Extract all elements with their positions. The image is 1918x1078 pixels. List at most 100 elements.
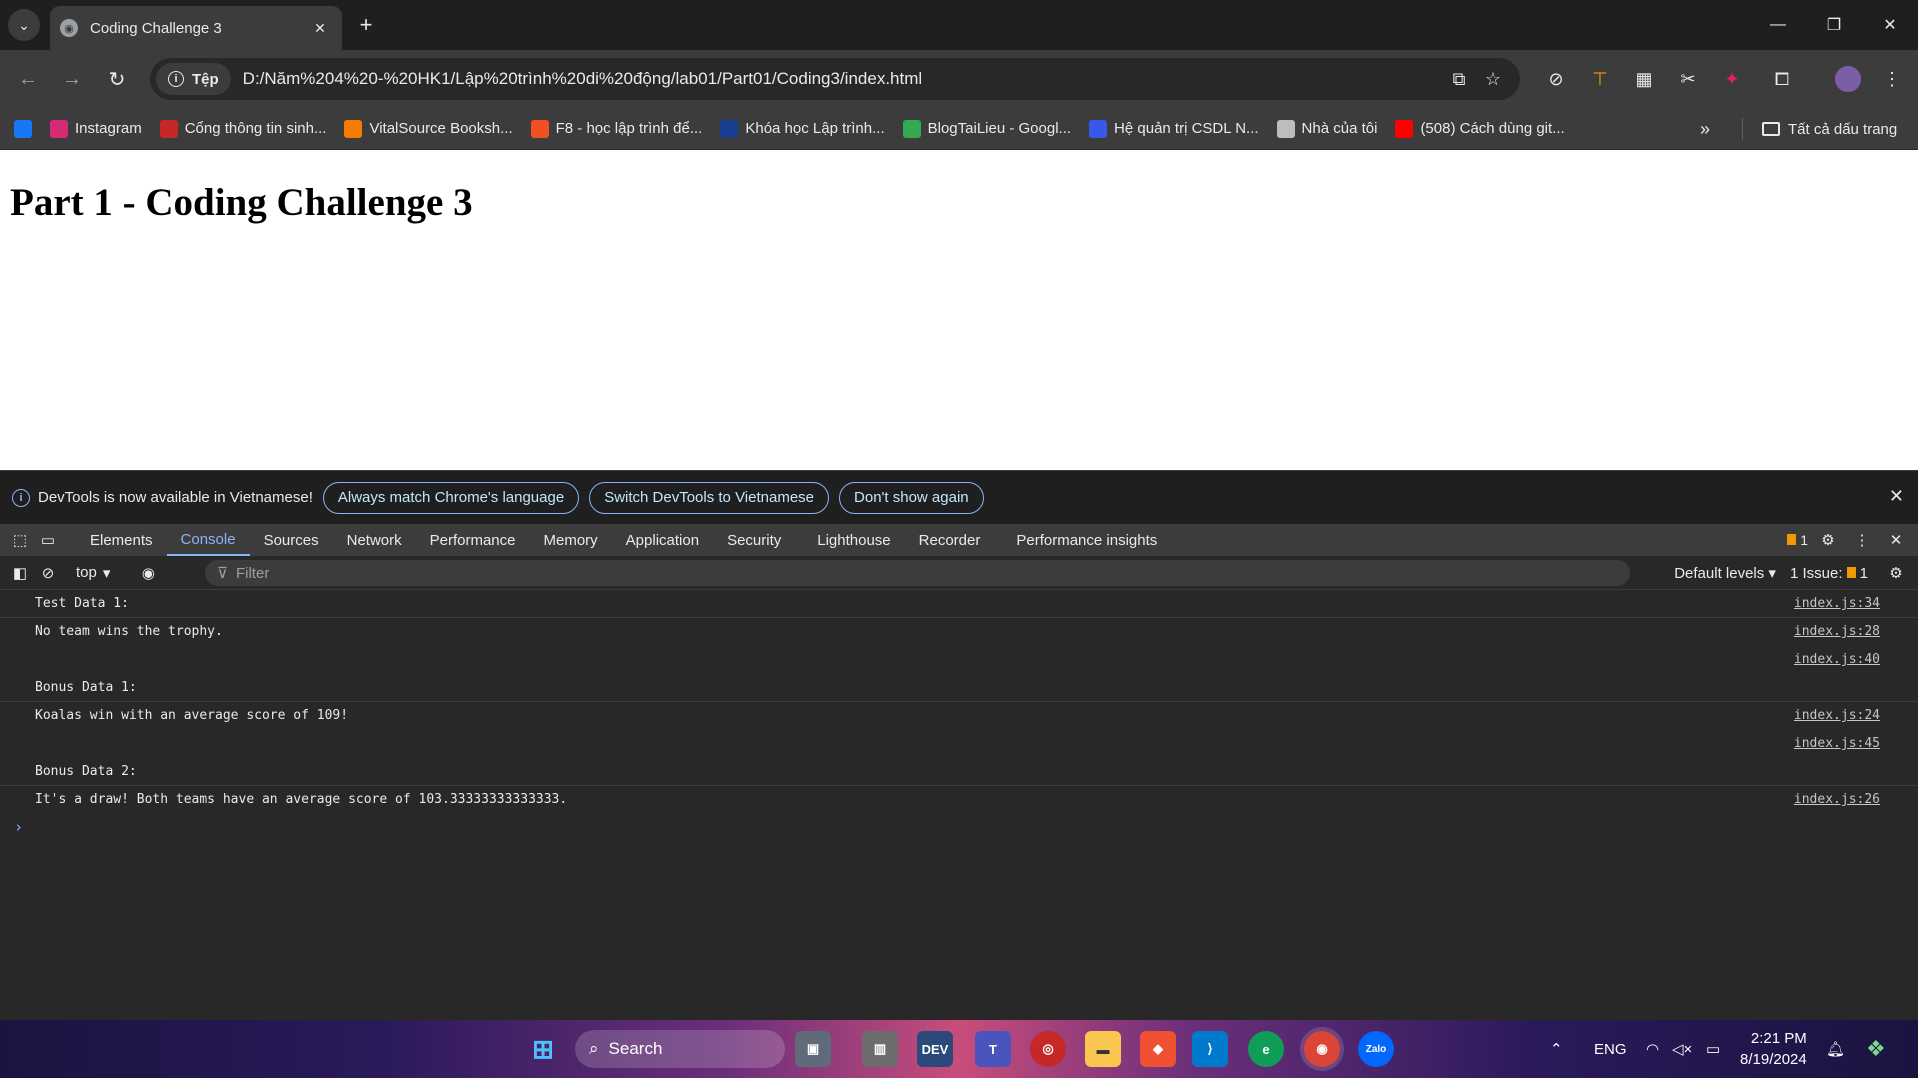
source-link[interactable]: index.js:34 <box>1794 596 1880 611</box>
live-expression-eye-icon[interactable]: ◉ <box>134 559 162 587</box>
extension-compass-icon[interactable]: ⊘ <box>1540 63 1572 95</box>
vscode-icon[interactable]: ⟩ <box>1192 1031 1228 1067</box>
photos-icon[interactable]: ▣ <box>795 1031 831 1067</box>
extension-tools-icon[interactable]: ✂ <box>1672 63 1704 95</box>
tab-security[interactable]: Security <box>713 524 795 556</box>
chrome-icon[interactable]: ◉ <box>1304 1031 1340 1067</box>
bookmark-item[interactable]: (508) Cách dùng git... <box>1395 119 1565 138</box>
device-toolbar-icon[interactable]: ▭ <box>34 526 62 554</box>
devtools-right-controls: 1 ⚙ ⋮ ✕ <box>1787 524 1910 556</box>
tab-memory[interactable]: Memory <box>530 524 612 556</box>
taskbar-search[interactable]: ⌕ Search <box>575 1030 785 1068</box>
inspect-element-icon[interactable]: ⬚ <box>6 526 34 554</box>
zalo-icon[interactable]: Zalo <box>1358 1031 1394 1067</box>
bookmark-item[interactable]: VitalSource Booksh... <box>344 119 513 138</box>
show-hidden-icons[interactable]: ⌃ <box>1550 1020 1563 1078</box>
volume-muted-icon[interactable]: ◁× <box>1672 1020 1692 1078</box>
browser-menu-icon[interactable]: ⋮ <box>1876 63 1908 95</box>
sidebar-toggle-icon[interactable]: ◧ <box>6 559 34 587</box>
console-message: Koalas win with an average score of 109! <box>35 708 349 723</box>
info-icon: i <box>168 71 184 87</box>
forward-arrow-icon[interactable]: → <box>56 63 88 95</box>
issues-indicator[interactable]: 1 <box>1787 532 1808 548</box>
source-link[interactable]: index.js:26 <box>1794 792 1880 807</box>
wifi-icon[interactable]: ◠ <box>1646 1020 1659 1078</box>
clear-console-icon[interactable]: ⊘ <box>34 559 62 587</box>
context-selector[interactable]: top ▾ <box>76 564 110 582</box>
source-link[interactable]: index.js:40 <box>1794 652 1880 667</box>
restore-icon[interactable]: ❐ <box>1806 0 1862 50</box>
console-message: Test Data 1: <box>35 596 129 611</box>
devc-icon[interactable]: DEV <box>917 1031 953 1067</box>
bookmark-label: (508) Cách dùng git... <box>1420 120 1565 137</box>
tab-lighthouse[interactable]: Lighthouse <box>803 524 904 556</box>
windows-start-icon[interactable]: ⊞ <box>525 1031 561 1067</box>
source-link[interactable]: index.js:45 <box>1794 736 1880 751</box>
console-filter-input[interactable]: ⊽ Filter <box>205 560 1630 586</box>
all-bookmarks-button[interactable]: Tất cả dấu trang <box>1762 108 1897 150</box>
notification-bell-icon[interactable]: 🔔︎ <box>1826 1020 1845 1078</box>
bookmark-item[interactable]: Instagram <box>50 119 142 138</box>
issues-button[interactable]: 1 Issue: 1 <box>1790 565 1868 582</box>
new-tab-button[interactable]: + <box>352 11 380 39</box>
copilot-icon[interactable]: ❖ <box>1866 1020 1886 1078</box>
bookmark-item[interactable]: Cổng thông tin sinh... <box>159 119 326 138</box>
bookmark-item[interactable]: F8 - học lập trình để... <box>530 119 702 138</box>
dont-show-again-button[interactable]: Don't show again <box>839 481 984 514</box>
battery-icon[interactable]: ▭ <box>1706 1020 1720 1078</box>
file-explorer-icon[interactable]: ▬ <box>1085 1031 1121 1067</box>
git-icon[interactable]: ◆ <box>1140 1031 1176 1067</box>
file-icon[interactable]: ▥ <box>862 1031 898 1067</box>
close-banner-icon[interactable]: ✕ <box>1889 486 1904 507</box>
url-text[interactable]: D:/Năm%204%20-%20HK1/Lập%20trình%20di%20… <box>243 69 1442 89</box>
bookmark-item[interactable]: Hệ quản trị CSDL N... <box>1089 119 1259 138</box>
bookmark-label: Khóa học Lập trình... <box>745 120 885 137</box>
teams-icon[interactable]: T <box>975 1031 1011 1067</box>
source-link[interactable]: index.js:28 <box>1794 624 1880 639</box>
system-clock[interactable]: 2:21 PM 8/19/2024 <box>1740 1028 1807 1070</box>
bookmark-item[interactable] <box>14 119 32 138</box>
tab-application[interactable]: Application <box>612 524 713 556</box>
close-window-icon[interactable]: ✕ <box>1862 0 1918 50</box>
close-devtools-icon[interactable]: ✕ <box>1882 526 1910 554</box>
switch-language-button[interactable]: Switch DevTools to Vietnamese <box>589 481 830 514</box>
bookmark-item[interactable]: Nhà của tôi <box>1276 119 1377 138</box>
tab-elements[interactable]: Elements <box>76 524 167 556</box>
console-settings-icon[interactable]: ⚙ <box>1882 559 1910 587</box>
browser-tab[interactable]: ◉ Coding Challenge 3 ✕ <box>50 6 342 50</box>
reload-icon[interactable]: ↻ <box>101 63 133 95</box>
source-link[interactable]: index.js:24 <box>1794 708 1880 723</box>
tab-performance-insights[interactable]: Performance insights <box>1002 524 1171 556</box>
tab-network[interactable]: Network <box>333 524 416 556</box>
edge-icon[interactable]: e <box>1248 1031 1284 1067</box>
extension-pin-icon[interactable]: ⊤ <box>1584 63 1616 95</box>
devtools-menu-icon[interactable]: ⋮ <box>1848 526 1876 554</box>
close-tab-icon[interactable]: ✕ <box>308 16 332 40</box>
console-prompt[interactable]: › <box>0 814 1918 842</box>
address-bar[interactable]: i Tệp D:/Năm%204%20-%20HK1/Lập%20trình%2… <box>150 58 1520 100</box>
language-indicator[interactable]: ENG <box>1594 1020 1627 1078</box>
log-levels-dropdown[interactable]: Default levels ▾ <box>1674 564 1776 582</box>
extension-colorful-icon[interactable]: ✦ <box>1716 63 1748 95</box>
extension-grid-icon[interactable]: ▦ <box>1628 63 1660 95</box>
extensions-puzzle-icon[interactable]: ⧠ <box>1766 63 1798 95</box>
settings-gear-icon[interactable]: ⚙ <box>1814 526 1842 554</box>
bookmark-item[interactable]: Khóa học Lập trình... <box>720 119 885 138</box>
tab-sources[interactable]: Sources <box>250 524 333 556</box>
site-info-chip[interactable]: i Tệp <box>156 63 231 95</box>
back-arrow-icon[interactable]: ← <box>12 63 44 95</box>
tab-performance[interactable]: Performance <box>416 524 530 556</box>
profile-avatar[interactable] <box>1832 63 1864 95</box>
search-icon: ⌕ <box>589 1039 599 1058</box>
bookmark-star-icon[interactable]: ☆ <box>1476 62 1510 96</box>
tab-console[interactable]: Console <box>166 524 250 556</box>
match-language-button[interactable]: Always match Chrome's language <box>322 481 580 514</box>
context-label: top <box>76 564 97 581</box>
tab-recorder[interactable]: Recorder <box>905 524 995 556</box>
app-icon[interactable]: ◎ <box>1030 1031 1066 1067</box>
more-bookmarks-button[interactable]: » <box>1700 108 1710 150</box>
bookmark-item[interactable]: BlogTaiLieu - Googl... <box>902 119 1071 138</box>
tab-search-chevron-icon[interactable]: ⌄ <box>8 9 40 41</box>
minimize-icon[interactable]: — <box>1750 0 1806 50</box>
translate-icon[interactable]: ⧉ <box>1442 62 1476 96</box>
